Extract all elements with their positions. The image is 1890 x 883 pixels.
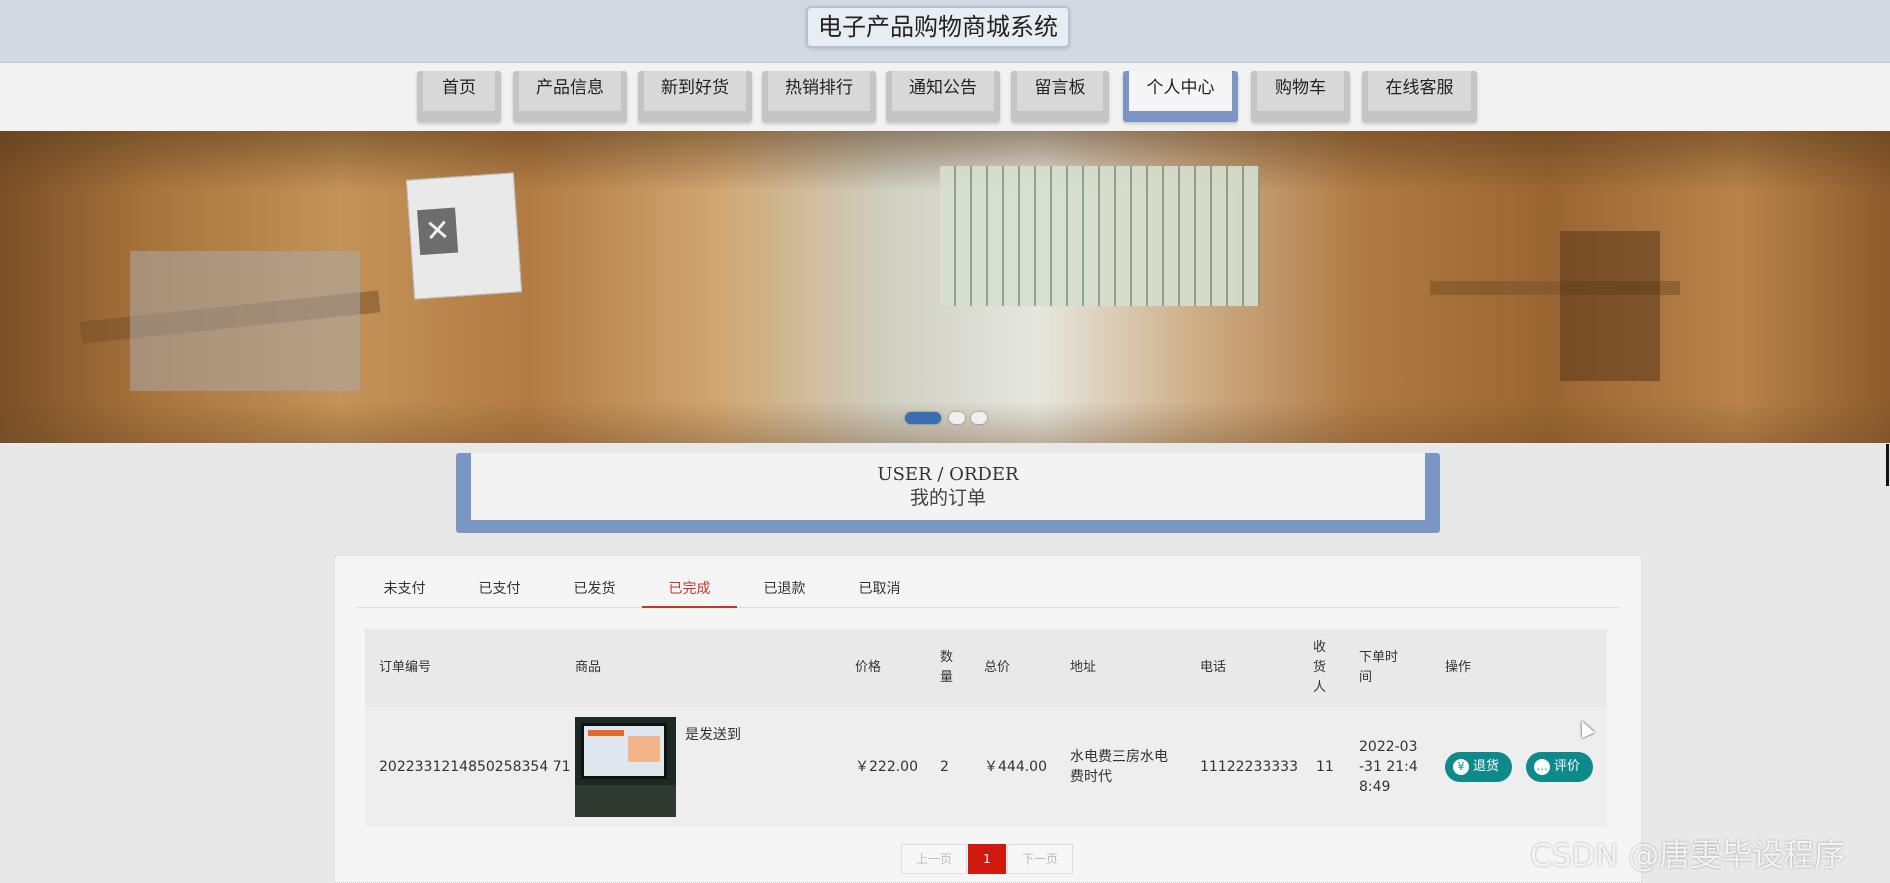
section-title-en: USER / ORDER (877, 464, 1019, 485)
site-title: 电子产品购物商城系统 (806, 6, 1070, 48)
table-header: 订单编号 商品 价格 数量 总价 地址 电话 收货人 下单时间 操作 (365, 629, 1607, 707)
col-phone: 电话 (1200, 660, 1227, 675)
phone-value: 11122233333 (1200, 759, 1298, 775)
section-title-zh: 我的订单 (909, 487, 986, 509)
nav-item-home[interactable]: 首页 (417, 71, 501, 122)
tab-completed[interactable]: 已完成 (642, 576, 737, 608)
product-image[interactable] (575, 717, 676, 817)
total-value: ￥444.00 (984, 759, 1047, 775)
refund-button[interactable]: ¥ 退货 (1445, 752, 1512, 782)
tab-unpaid[interactable]: 未支付 (357, 576, 452, 608)
nav-item-online-service[interactable]: 在线客服 (1362, 71, 1477, 122)
table-row: 2022331214850258354 71 是发送到 ￥222.00 2 ￥4… (365, 707, 1607, 827)
order-number: 2022331214850258354 71 (379, 759, 571, 775)
order-time: 2022-03-31 21:48:49 (1359, 739, 1418, 795)
next-page-button[interactable]: 下一页 (1007, 844, 1073, 874)
nav-item-label: 个人中心 (1129, 71, 1232, 111)
nav-item-label: 购物车 (1257, 71, 1344, 111)
col-qty: 数量 (940, 650, 954, 685)
address-value: 水电费三房水电费时代 (1070, 749, 1168, 785)
nav-item-label: 新到好货 (644, 71, 746, 111)
banner-sign: ✕ (405, 172, 523, 300)
nav-item-label: 产品信息 (519, 71, 621, 111)
nav-item-label: 在线客服 (1368, 71, 1471, 111)
col-receiver: 收货人 (1313, 640, 1327, 695)
close-icon: ✕ (417, 207, 459, 256)
prev-page-button[interactable]: 上一页 (901, 844, 967, 874)
page-number-current[interactable]: 1 (968, 844, 1006, 874)
nav-item-label: 留言板 (1017, 71, 1103, 111)
nav-item-new-arrivals[interactable]: 新到好货 (638, 71, 752, 122)
banner-window-image (940, 166, 1260, 306)
refund-button-label: 退货 (1473, 759, 1500, 774)
col-product: 商品 (575, 660, 602, 675)
main-navbar: 首页 产品信息 新到好货 热销排行 通知公告 留言板 个人中心 购物车 在线客服 (0, 63, 1890, 131)
review-button[interactable]: … 评价 (1526, 752, 1593, 782)
carousel-dot-2[interactable] (949, 412, 965, 424)
review-button-label: 评价 (1554, 759, 1581, 774)
scrollbar-handle[interactable] (1886, 444, 1889, 486)
top-header: 电子产品购物商城系统 (0, 0, 1890, 63)
nav-item-label: 热销排行 (768, 71, 870, 111)
tab-refunded[interactable]: 已退款 (737, 576, 832, 608)
col-actions: 操作 (1445, 660, 1472, 675)
orders-panel: 未支付 已支付 已发货 已完成 已退款 已取消 订单编号 商品 价格 数量 总价… (334, 555, 1642, 883)
nav-item-label: 首页 (423, 71, 495, 111)
col-address: 地址 (1070, 660, 1097, 675)
order-status-tabs: 未支付 已支付 已发货 已完成 已退款 已取消 (357, 576, 1619, 608)
product-name[interactable]: 是发送到 (685, 725, 741, 745)
nav-item-products[interactable]: 产品信息 (513, 71, 627, 122)
price-value: ￥222.00 (855, 759, 918, 775)
nav-item-announcements[interactable]: 通知公告 (886, 71, 1000, 122)
tab-shipped[interactable]: 已发货 (547, 576, 642, 608)
col-price: 价格 (855, 660, 882, 675)
section-heading: USER / ORDER 我的订单 (456, 453, 1440, 533)
receiver-value: 11 (1316, 759, 1334, 775)
nav-item-label: 通知公告 (892, 71, 994, 111)
nav-item-hot-ranking[interactable]: 热销排行 (762, 71, 876, 122)
yen-icon: ¥ (1453, 759, 1469, 775)
watermark: CSDN @唐雯毕设程序 (1530, 838, 1846, 874)
nav-item-cart[interactable]: 购物车 (1251, 71, 1350, 122)
tab-cancelled[interactable]: 已取消 (832, 576, 927, 608)
qty-value: 2 (940, 759, 949, 775)
col-total: 总价 (984, 660, 1011, 675)
comment-icon: … (1534, 759, 1550, 775)
nav-item-message-board[interactable]: 留言板 (1011, 71, 1109, 122)
banner-carousel: ✕ (0, 131, 1890, 443)
nav-item-personal-center[interactable]: 个人中心 (1123, 71, 1238, 122)
carousel-dot-3[interactable] (971, 412, 987, 424)
col-time: 下单时间 (1359, 650, 1399, 685)
col-order-no: 订单编号 (379, 660, 432, 675)
tab-paid[interactable]: 已支付 (452, 576, 547, 608)
carousel-dot-1[interactable] (905, 412, 941, 424)
